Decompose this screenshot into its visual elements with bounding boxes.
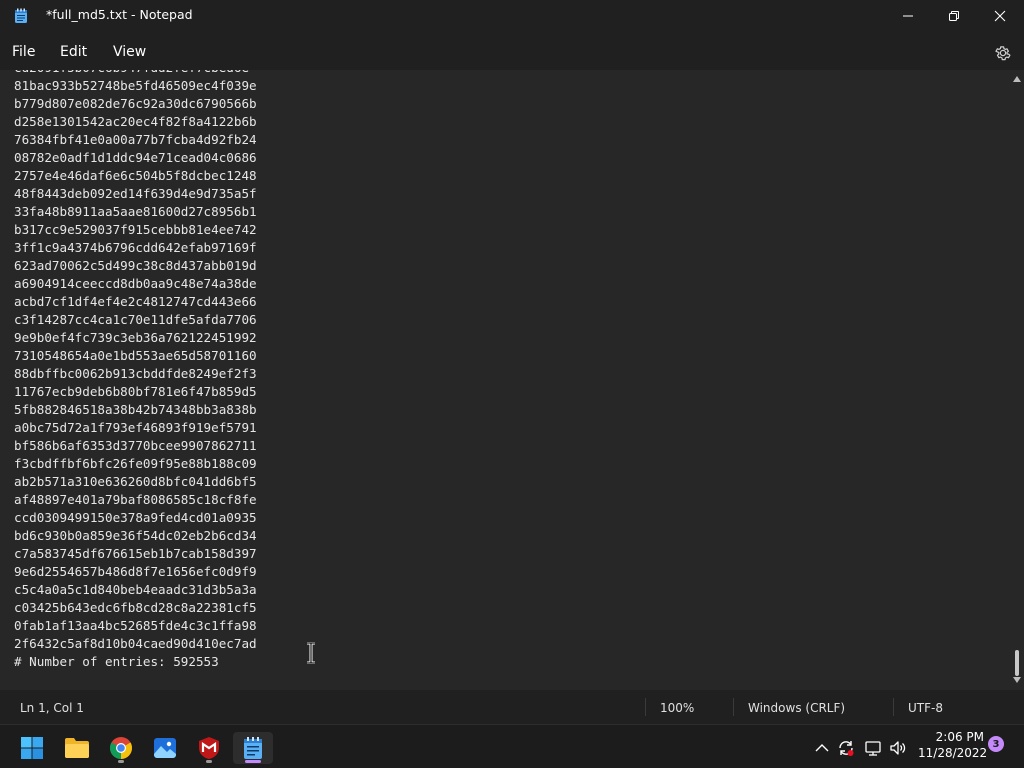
menu-view[interactable]: View — [113, 44, 146, 60]
taskbar-mcafee[interactable] — [189, 732, 229, 764]
status-divider — [733, 698, 734, 716]
hash-line: a0bc75d72a1f793ef46893f919ef5791 — [14, 420, 257, 435]
network-icon — [865, 741, 881, 756]
running-indicator — [118, 760, 124, 763]
hash-line: c5c4a0a5c1d840beb4eaadc31d3b5a3a — [14, 582, 257, 597]
mcafee-icon — [199, 737, 219, 759]
menu-bar: File Edit View — [0, 36, 1024, 70]
hash-line: acbd7cf1df4ef4e2c4812747cd443e66 — [14, 294, 257, 309]
vertical-scrollbar[interactable] — [1010, 70, 1024, 690]
menu-file[interactable]: File — [12, 44, 35, 60]
close-button[interactable] — [977, 0, 1023, 32]
menu-edit[interactable]: Edit — [60, 44, 87, 60]
start-button[interactable] — [12, 732, 52, 764]
hash-line: c3f14287cc4ca1c70e11dfe5afda7706 — [14, 312, 257, 327]
hash-line: 2757e4e46daf6e6c504b5f8dcbec1248 — [14, 168, 257, 183]
photos-icon — [154, 738, 176, 758]
hash-line: 623ad70062c5d499c38c8d437abb019d — [14, 258, 257, 273]
scroll-down-arrow-icon[interactable] — [1013, 677, 1021, 683]
hash-line: ccd0309499150e378a9fed4cd01a0935 — [14, 510, 257, 525]
show-hidden-icons-button[interactable] — [813, 739, 831, 757]
hash-line: c03425b643edc6fb8cd28c8a22381cf5 — [14, 600, 257, 615]
title-bar[interactable]: *full_md5.txt - Notepad — [0, 0, 1024, 32]
hash-line: 88dbffbc0062b913cbddfde8249ef2f3 — [14, 366, 257, 381]
hash-line: 5fb882846518a38b42b74348bb3a838b — [14, 402, 257, 417]
hash-line: b317cc9e529037f915cebbb81e4ee742 — [14, 222, 257, 237]
hash-line: 33fa48b8911aa5aae81600d27c8956b1 — [14, 204, 257, 219]
hash-line: cd2091f5b07c6b947fdd2fef7cbed6e — [14, 70, 257, 77]
zoom-level[interactable]: 100% — [660, 701, 694, 715]
taskbar-file-explorer[interactable] — [57, 732, 97, 764]
scroll-thumb[interactable] — [1015, 650, 1019, 676]
hash-line: 11767ecb9deb6b80bf781e6f47b859d5 — [14, 384, 257, 399]
encoding[interactable]: UTF-8 — [908, 701, 943, 715]
hash-line: 81bac933b52748be5fd46509ec4f039e — [14, 78, 257, 93]
taskbar: 2:06 PM 11/28/2022 3 — [0, 724, 1024, 768]
status-bar: Ln 1, Col 1 100% Windows (CRLF) UTF-8 — [0, 690, 1024, 724]
hash-line: 3ff1c9a4374b6796cdd642efab97169f — [14, 240, 257, 255]
hash-line: b779d807e082de76c92a30dc6790566b — [14, 96, 257, 111]
hash-line: bd6c930b0a859e36f54dc02eb2b6cd34 — [14, 528, 257, 543]
sync-icon — [839, 741, 854, 756]
status-divider — [893, 698, 894, 716]
restore-button[interactable] — [931, 0, 977, 32]
tray-network[interactable] — [864, 739, 882, 757]
status-divider — [645, 698, 646, 716]
tray-sync[interactable] — [837, 739, 855, 757]
hash-line: d258e1301542ac20ec4f82f8a4122b6b — [14, 114, 257, 129]
editor-text: cd2091f5b07c6b947fdd2fef7cbed6e81bac933b… — [14, 70, 257, 671]
clock-date[interactable]: 11/28/2022 — [918, 746, 987, 760]
scroll-up-arrow-icon[interactable] — [1013, 76, 1021, 82]
hash-line: 9e6d2554657b486d8f7e1656efc0d9f9 — [14, 564, 257, 579]
windows-start-icon — [21, 737, 43, 759]
hash-line: 08782e0adf1d1ddc94e71cead04c0686 — [14, 150, 257, 165]
hash-line: af48897e401a79baf8086585c18cf8fe — [14, 492, 257, 507]
active-indicator — [245, 760, 261, 763]
entry-count-line: # Number of entries: 592553 — [14, 654, 219, 669]
i-beam-cursor-icon — [307, 642, 315, 664]
taskbar-photos[interactable] — [145, 732, 185, 764]
tray-volume[interactable] — [889, 739, 907, 757]
minimize-button[interactable] — [885, 0, 931, 32]
gear-icon[interactable] — [994, 44, 1012, 62]
clock-time[interactable]: 2:06 PM — [934, 730, 984, 744]
hash-line: 7310548654a0e1bd553ae65d58701160 — [14, 348, 257, 363]
running-indicator — [206, 760, 212, 763]
taskbar-chrome[interactable] — [101, 732, 141, 764]
cursor-position[interactable]: Ln 1, Col 1 — [20, 701, 84, 715]
hash-line: 2f6432c5af8d10b04caed90d410ec7ad — [14, 636, 257, 651]
hash-line: ab2b571a310e636260d8bfc041dd6bf5 — [14, 474, 257, 489]
notepad-app-icon — [15, 8, 27, 23]
hash-line: f3cbdffbf6bfc26fe09f95e88b188c09 — [14, 456, 257, 471]
notepad-icon — [244, 737, 262, 759]
hash-line: c7a583745df676615eb1b7cab158d397 — [14, 546, 257, 561]
line-ending[interactable]: Windows (CRLF) — [748, 701, 845, 715]
close-icon — [994, 10, 1006, 22]
chevron-up-icon — [815, 744, 829, 752]
file-explorer-icon — [65, 738, 89, 758]
chrome-icon — [110, 737, 132, 759]
hash-line: bf586b6af6353d3770bcee9907862711 — [14, 438, 257, 453]
taskbar-notepad[interactable] — [233, 732, 273, 764]
hash-line: 76384fbf41e0a00a77b7fcba4d92fb24 — [14, 132, 257, 147]
minimize-icon — [903, 15, 913, 17]
hash-line: 48f8443deb092ed14f639d4e9d735a5f — [14, 186, 257, 201]
hash-line: a6904914ceeccd8db0aa9c48e74a38de — [14, 276, 257, 291]
hash-line: 9e9b0ef4fc739c3eb36a762122451992 — [14, 330, 257, 345]
window-title: *full_md5.txt - Notepad — [46, 7, 193, 22]
hash-line: 0fab1af13aa4bc52685fde4c3c1ffa98 — [14, 618, 257, 633]
notification-badge[interactable]: 3 — [988, 736, 1004, 752]
volume-icon — [890, 741, 906, 755]
text-editor[interactable]: cd2091f5b07c6b947fdd2fef7cbed6e81bac933b… — [0, 70, 1010, 690]
restore-icon — [949, 11, 959, 21]
